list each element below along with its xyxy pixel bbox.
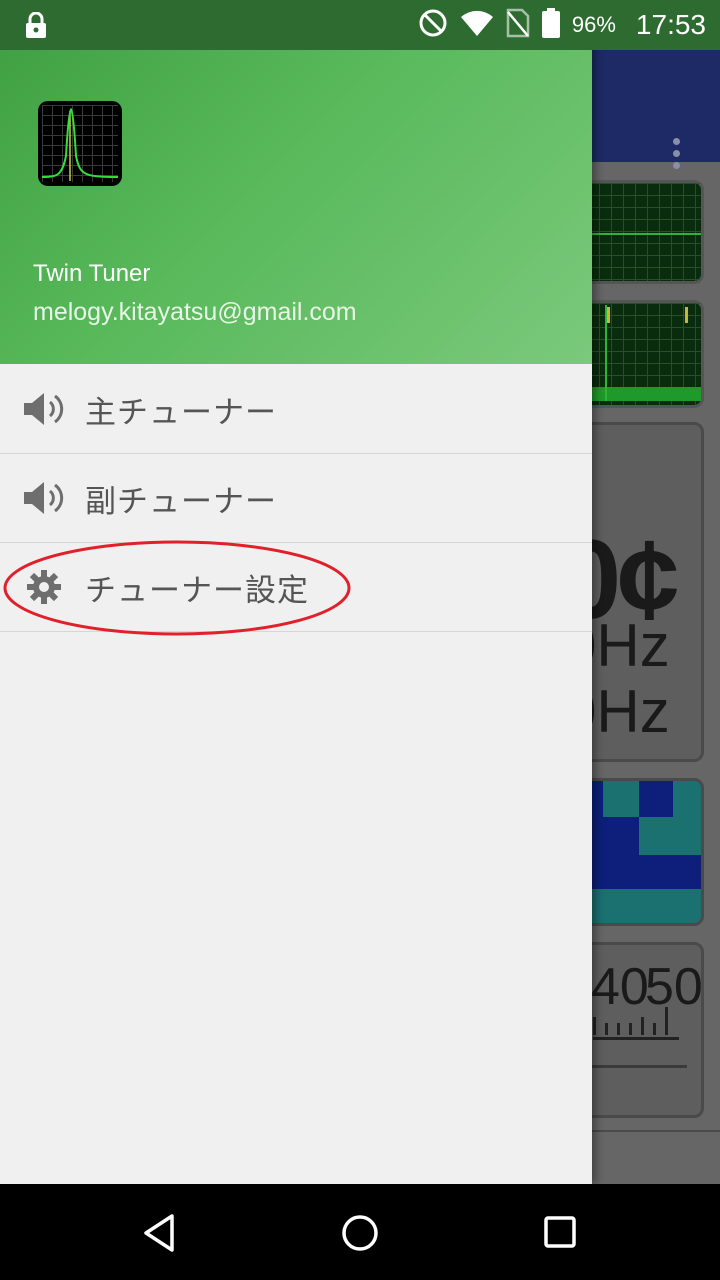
- do-not-disturb-icon: [418, 8, 448, 42]
- app-name: Twin Tuner: [33, 260, 151, 287]
- overflow-menu-icon[interactable]: [666, 138, 686, 178]
- navigation-drawer: Twin Tuner melogy.kitayatsu@gmail.com 主チ…: [0, 0, 592, 1184]
- no-sim-icon: [506, 8, 530, 42]
- recents-icon[interactable]: [535, 1208, 585, 1258]
- menu-item-tuner-settings[interactable]: チューナー設定: [0, 543, 592, 632]
- app-logo-icon: [38, 101, 122, 186]
- menu-item-main-tuner[interactable]: 主チューナー: [0, 365, 592, 454]
- battery-icon: [541, 8, 560, 42]
- battery-percent: 96%: [571, 12, 616, 37]
- gear-icon: [26, 569, 70, 609]
- drawer-header: Twin Tuner melogy.kitayatsu@gmail.com: [0, 0, 592, 364]
- home-icon[interactable]: [335, 1208, 385, 1258]
- speaker-icon: [22, 478, 66, 518]
- clock: 17:53: [635, 9, 706, 40]
- menu-item-label: チューナー設定: [85, 572, 309, 609]
- scale-ticks: [593, 1007, 679, 1040]
- account-email: melogy.kitayatsu@gmail.com: [33, 298, 357, 326]
- menu-item-label: 主チューナー: [85, 394, 277, 431]
- speaker-icon: [22, 389, 66, 429]
- menu-item-sub-tuner[interactable]: 副チューナー: [0, 454, 592, 543]
- back-icon[interactable]: [136, 1208, 186, 1258]
- system-navigation-bar: [0, 1184, 720, 1280]
- menu-item-label: 副チューナー: [85, 483, 277, 520]
- wifi-icon: [460, 9, 494, 41]
- status-bar: 96% 17:53: [0, 0, 720, 50]
- lock-icon: [24, 11, 48, 42]
